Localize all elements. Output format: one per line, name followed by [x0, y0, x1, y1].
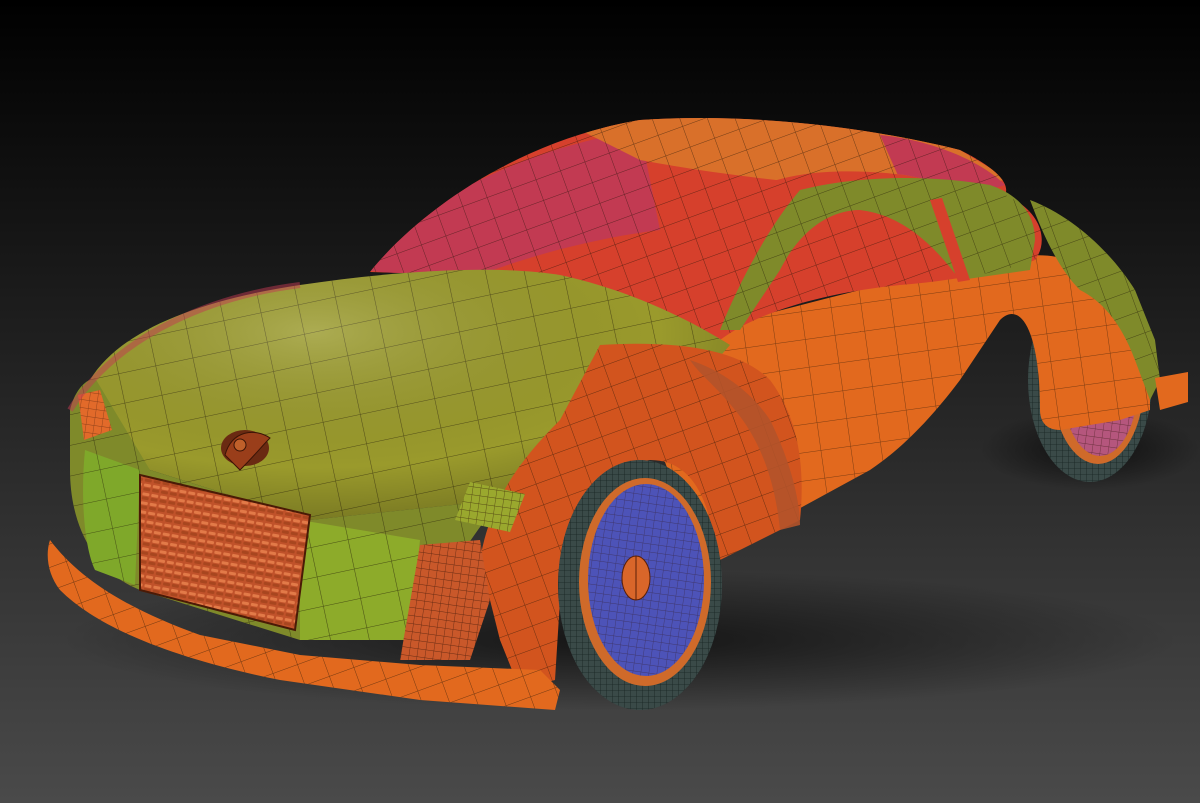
front-wheel: [558, 460, 722, 710]
3d-viewport[interactable]: [0, 0, 1200, 803]
car-model-render: [0, 0, 1200, 803]
